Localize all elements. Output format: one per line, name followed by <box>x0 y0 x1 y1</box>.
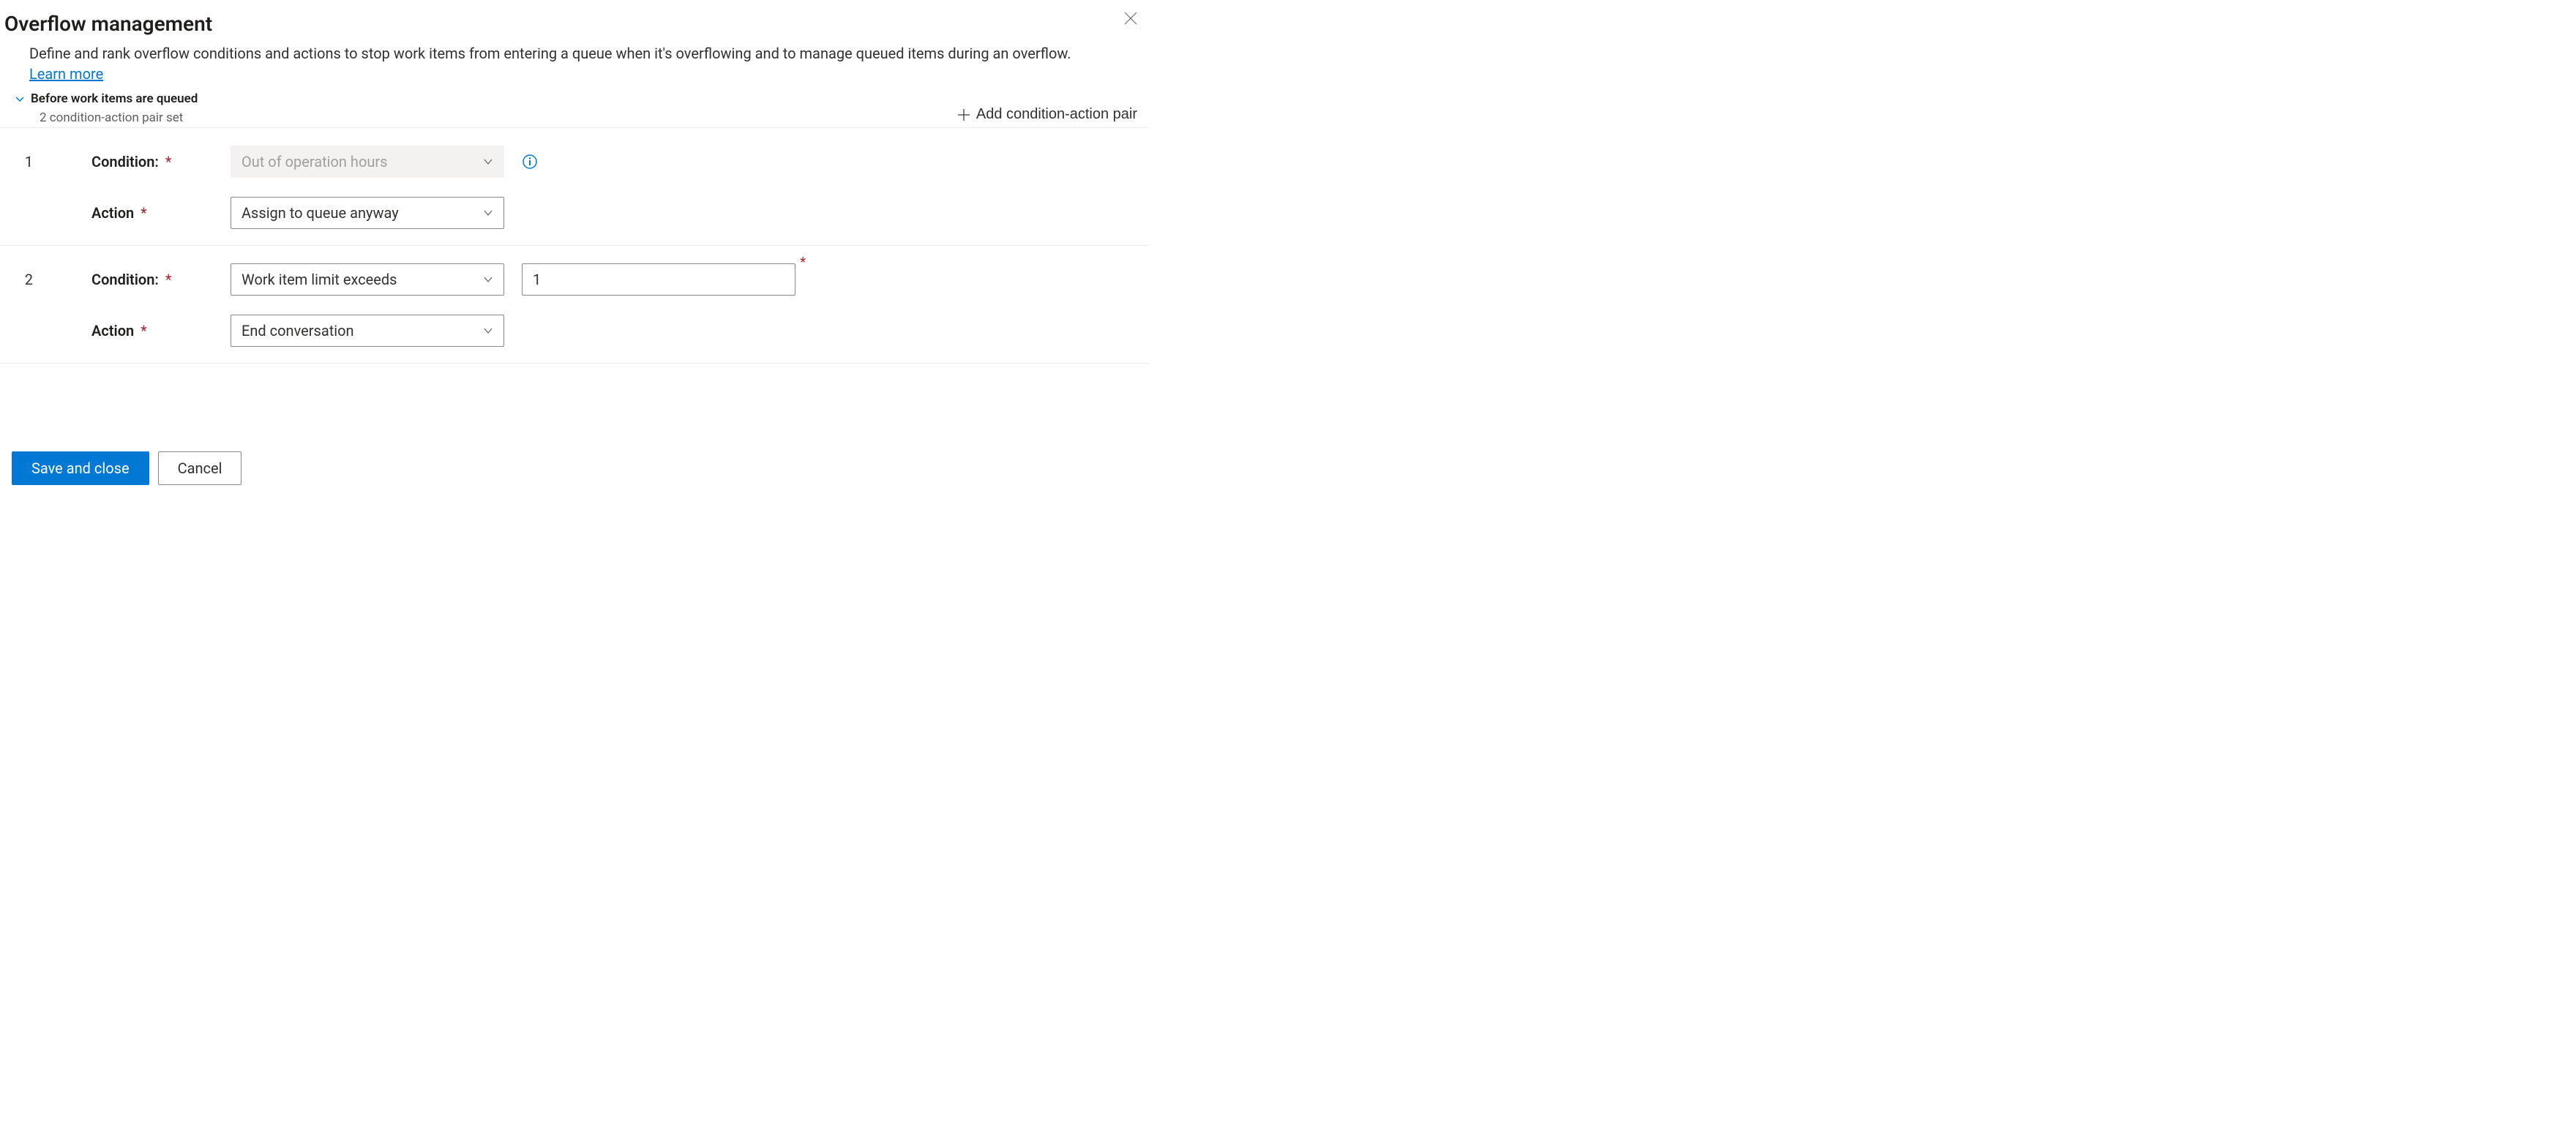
required-marker: * <box>800 255 806 270</box>
section-toggle[interactable]: Before work items are queued <box>15 91 198 106</box>
section-title: Before work items are queued <box>31 91 198 106</box>
condition-controls: Out of operation hours <box>231 146 538 178</box>
action-select[interactable]: End conversation <box>231 315 504 347</box>
page-description: Define and rank overflow conditions and … <box>0 43 1083 84</box>
chevron-down-icon <box>483 157 493 167</box>
plus-icon <box>957 108 970 121</box>
close-icon <box>1124 12 1137 25</box>
save-and-close-button[interactable]: Save and close <box>12 451 149 485</box>
chevron-down-icon <box>483 326 493 336</box>
limit-input[interactable] <box>522 263 795 296</box>
chevron-down-icon <box>483 208 493 218</box>
action-select[interactable]: Assign to queue anyway <box>231 197 504 229</box>
condition-value: Out of operation hours <box>242 153 387 170</box>
action-value: Assign to queue anyway <box>242 204 399 222</box>
description-text: Define and rank overflow conditions and … <box>29 45 1071 62</box>
cancel-button[interactable]: Cancel <box>158 451 242 485</box>
pair-index: 2 <box>0 271 91 288</box>
section-header: Before work items are queued 2 condition… <box>0 84 1149 127</box>
action-controls: Assign to queue anyway <box>231 197 504 229</box>
section-subtitle: 2 condition-action pair set <box>15 110 198 125</box>
close-button[interactable] <box>1117 7 1145 33</box>
condition-controls: Work item limit exceeds * <box>231 263 795 296</box>
action-label: Action * <box>91 322 231 339</box>
chevron-down-icon <box>15 94 25 104</box>
action-row: Action * End conversation <box>0 315 1149 347</box>
action-value: End conversation <box>242 322 354 339</box>
condition-row: 2Condition: * Work item limit exceeds * <box>0 263 1149 296</box>
add-pair-label: Add condition-action pair <box>976 106 1137 123</box>
learn-more-link[interactable]: Learn more <box>29 65 103 83</box>
condition-row: 1Condition: * Out of operation hours <box>0 146 1149 178</box>
header-row: Overflow management <box>0 7 1149 43</box>
limit-input-wrap: * <box>522 263 795 296</box>
condition-label: Condition: * <box>91 153 231 170</box>
info-icon[interactable] <box>522 154 538 170</box>
required-marker: * <box>165 153 172 170</box>
condition-action-pair: 1Condition: * Out of operation hours Actio… <box>0 127 1149 245</box>
condition-label: Condition: * <box>91 271 231 288</box>
footer-actions: Save and close Cancel <box>0 364 1149 485</box>
action-controls: End conversation <box>231 315 504 347</box>
action-row: Action * Assign to queue anyway <box>0 197 1149 229</box>
condition-select: Out of operation hours <box>231 146 504 178</box>
overflow-management-panel: Overflow management Define and rank over… <box>0 0 1149 507</box>
condition-value: Work item limit exceeds <box>242 271 397 288</box>
pairs-container: 1Condition: *Out of operation hoursActio… <box>0 127 1149 364</box>
action-label: Action * <box>91 204 231 222</box>
required-marker: * <box>165 271 172 288</box>
chevron-down-icon <box>483 274 493 285</box>
condition-action-pair: 2Condition: *Work item limit exceeds*Act… <box>0 245 1149 364</box>
section-header-left: Before work items are queued 2 condition… <box>15 91 198 125</box>
pair-index: 1 <box>0 153 91 170</box>
condition-select[interactable]: Work item limit exceeds <box>231 263 504 296</box>
add-condition-action-pair-button[interactable]: Add condition-action pair <box>953 91 1142 127</box>
required-marker: * <box>141 204 147 222</box>
required-marker: * <box>141 322 147 339</box>
page-title: Overflow management <box>4 12 212 36</box>
